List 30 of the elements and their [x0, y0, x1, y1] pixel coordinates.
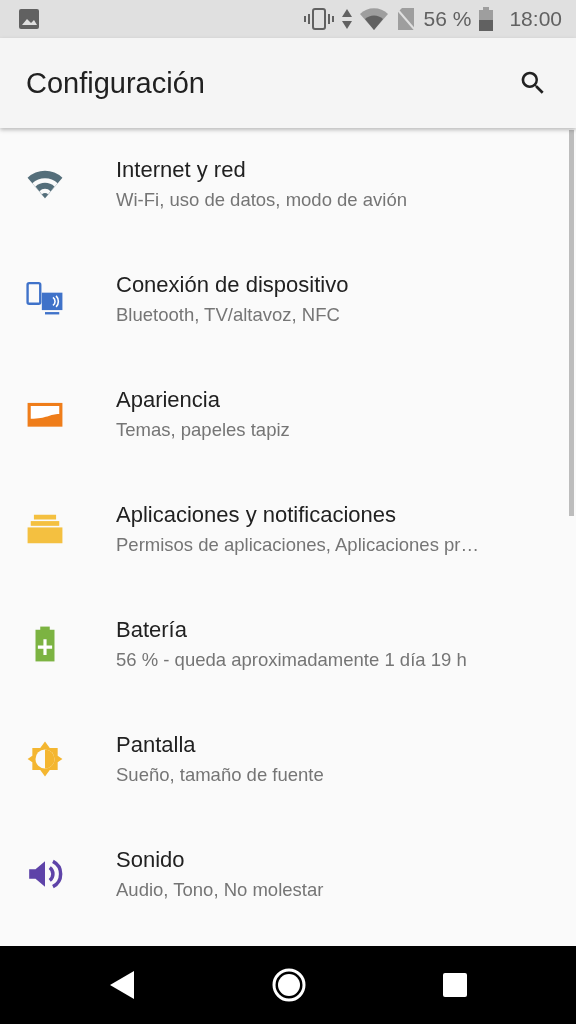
settings-item[interactable]: Aplicaciones y notificaciones Permisos de aplicaciones, Aplicaciones pr…: [0, 473, 576, 588]
item-summary: Bluetooth, TV/altavoz, NFC: [116, 303, 341, 326]
battery-percent: 56 %: [423, 7, 472, 31]
no-sim-icon: [395, 7, 416, 31]
item-title: Aplicaciones y notificaciones: [116, 501, 398, 528]
wifi-icon: [359, 8, 388, 30]
data-arrows-icon: [341, 9, 352, 29]
item-summary: Permisos de aplicaciones, Aplicaciones pr…: [116, 533, 479, 556]
settings-item[interactable]: Pantalla Sueño, tamaño de fuente: [0, 703, 576, 818]
item-summary: Audio, Tono, No molestar: [116, 878, 324, 901]
settings-item[interactable]: Batería 56 % - queda aproximadamente 1 día 19 h: [0, 588, 576, 703]
item-title: Internet y red: [116, 156, 247, 183]
page-title: Configuración: [26, 66, 206, 100]
item-summary: Temas, papeles tapiz: [116, 418, 290, 441]
item-title: Conexión de dispositivo: [116, 271, 349, 298]
item-title: Apariencia: [116, 386, 221, 413]
item-summary: 56 % - queda aproximadamente 1 día 19 h: [116, 648, 467, 671]
clock: 18:00: [509, 7, 562, 31]
battery-icon: [479, 7, 494, 31]
settings-item[interactable]: Sonido Audio, Tono, No molestar: [0, 818, 576, 933]
item-title: Sonido: [116, 846, 186, 873]
vibrate-icon: [303, 8, 334, 30]
item-summary: Wi-Fi, uso de datos, modo de avión: [116, 188, 407, 211]
item-summary: Sueño, tamaño de fuente: [116, 763, 324, 786]
settings-item[interactable]: Internet y red Wi-Fi, uso de datos, modo de avión: [0, 128, 576, 243]
settings-item[interactable]: Apariencia Temas, papeles tapiz: [0, 358, 576, 473]
item-title: Pantalla: [116, 731, 197, 758]
settings-item[interactable]: Conexión de dispositivo Bluetooth, TV/altavoz, NFC: [0, 243, 576, 358]
item-title: Batería: [116, 616, 188, 643]
image-icon: [18, 8, 40, 30]
